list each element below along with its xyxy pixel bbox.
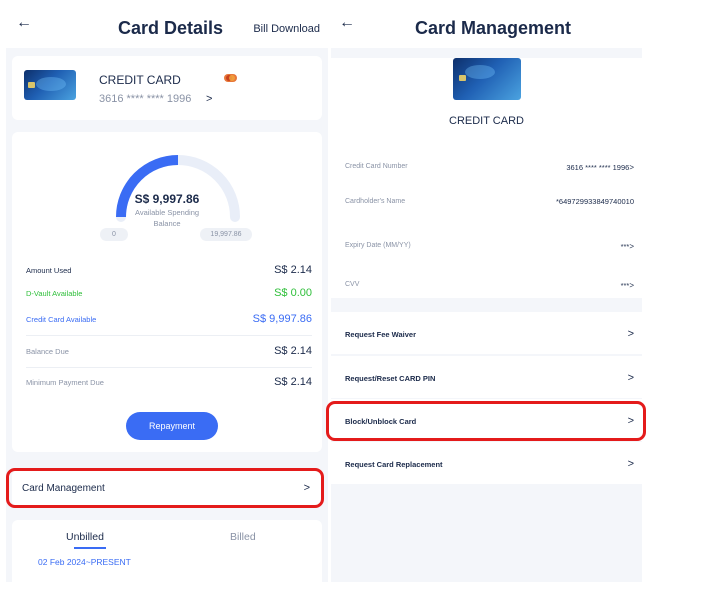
- card-management-screen: ← Card Management CREDIT CARD Credit Car…: [331, 0, 642, 582]
- card-image: [453, 58, 521, 100]
- expiry-date-row[interactable]: Expiry Date (MM/YY) ***>: [345, 236, 634, 254]
- chevron-right-icon: >: [627, 328, 634, 340]
- row-dvault-available: D-Vault Available S$ 0.00: [26, 287, 312, 299]
- card-network-logo-icon: [224, 74, 237, 82]
- row-value: *649729933849740010: [556, 197, 634, 206]
- row-label: CVV: [345, 280, 360, 288]
- row-label: Expiry Date (MM/YY): [345, 241, 411, 249]
- row-amount-used: Amount Used S$ 2.14: [26, 264, 312, 276]
- available-balance-caption: Available Spending: [134, 208, 200, 217]
- page-title: Card Details: [118, 18, 224, 38]
- action-label: Request Card Replacement: [345, 459, 443, 469]
- divider: [26, 367, 312, 368]
- action-row: Request/Reset CARD PIN >: [345, 372, 634, 384]
- highlight-box: [326, 401, 646, 441]
- tab-active-indicator: [74, 547, 106, 549]
- available-balance-caption-2: Balance: [153, 219, 181, 228]
- row-value: S$ 0.00: [274, 287, 312, 299]
- card-image: [24, 70, 76, 100]
- chevron-right-icon: >: [629, 281, 634, 290]
- action-row: Request Card Replacement >: [345, 458, 634, 470]
- chevron-right-icon: >: [629, 163, 634, 172]
- row-value: 3616 **** **** 1996: [566, 163, 630, 172]
- cvv-row[interactable]: CVV ***>: [345, 275, 634, 293]
- row-credit-card-available: Credit Card Available S$ 9,997.86: [26, 313, 312, 325]
- card-name: CREDIT CARD: [449, 115, 524, 127]
- card-details-header: ← Card Details Bill Download: [6, 0, 328, 48]
- statement-tabs-panel: Unbilled Billed 02 Feb 2024~PRESENT: [12, 520, 322, 582]
- row-value: S$ 2.14: [274, 376, 312, 388]
- action-row: Request Fee Waiver >: [345, 328, 634, 340]
- chevron-right-icon: >: [629, 242, 634, 251]
- row-value: S$ 2.14: [274, 264, 312, 276]
- card-number-row[interactable]: Credit Card Number 3616 **** **** 1996>: [345, 157, 634, 175]
- row-label: Cardholder's Name: [345, 198, 406, 205]
- action-label: Request/Reset CARD PIN: [345, 373, 436, 383]
- repayment-button[interactable]: Repayment: [126, 412, 218, 440]
- row-minimum-payment: Minimum Payment Due S$ 2.14: [26, 376, 312, 388]
- row-value: S$ 9,997.86: [252, 313, 312, 325]
- action-label: Request Fee Waiver: [345, 329, 416, 339]
- row-label: Amount Used: [26, 265, 72, 275]
- statement-period: 02 Feb 2024~PRESENT: [38, 557, 131, 567]
- reset-pin-item[interactable]: Request/Reset CARD PIN >: [331, 356, 642, 398]
- chevron-right-icon: >: [627, 458, 634, 470]
- back-arrow-icon[interactable]: ←: [16, 14, 32, 32]
- chevron-right-icon: >: [627, 372, 634, 384]
- chevron-right-icon: >: [206, 93, 213, 105]
- back-arrow-icon[interactable]: ←: [339, 14, 355, 32]
- divider: [26, 335, 312, 336]
- row-label: Credit Card Available: [26, 314, 97, 324]
- balance-panel: S$ 9,997.86 Available Spending Balance 0…: [12, 132, 322, 452]
- available-balance-amount: S$ 9,997.86: [134, 192, 200, 206]
- cardholder-name-row: Cardholder's Name *649729933849740010: [345, 197, 634, 206]
- row-value: ***: [620, 242, 630, 251]
- card-number: 3616 **** **** 1996: [99, 93, 192, 105]
- row-value: S$ 2.14: [274, 345, 312, 357]
- card-info-panel: CREDIT CARD Credit Card Number 3616 ****…: [331, 58, 642, 298]
- tab-unbilled[interactable]: Unbilled: [66, 531, 104, 543]
- row-label: D-Vault Available: [26, 288, 83, 298]
- card-summary[interactable]: CREDIT CARD 3616 **** **** 1996 >: [12, 56, 322, 120]
- fee-waiver-item[interactable]: Request Fee Waiver >: [331, 312, 642, 354]
- card-name: CREDIT CARD: [99, 73, 181, 87]
- row-label: Balance Due: [26, 346, 69, 356]
- gauge-max-label: 19,997.86: [200, 228, 252, 241]
- highlight-box: [6, 468, 324, 508]
- card-management-header: ← Card Management: [331, 0, 642, 48]
- bill-download-link[interactable]: Bill Download: [253, 23, 320, 35]
- gauge-min-label: 0: [100, 228, 128, 241]
- tab-billed[interactable]: Billed: [230, 531, 256, 543]
- card-details-screen: ← Card Details Bill Download CREDIT CARD…: [6, 0, 328, 582]
- row-label: Minimum Payment Due: [26, 377, 104, 387]
- row-label: Credit Card Number: [345, 162, 408, 170]
- row-balance-due: Balance Due S$ 2.14: [26, 345, 312, 357]
- page-title: Card Management: [415, 18, 572, 38]
- row-value: ***: [620, 281, 630, 290]
- card-replacement-item[interactable]: Request Card Replacement >: [331, 442, 642, 484]
